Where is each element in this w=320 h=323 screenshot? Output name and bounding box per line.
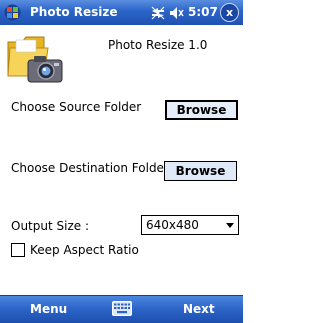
keep-aspect-ratio-checkbox[interactable] <box>11 243 25 257</box>
app-title: Photo Resize 1.0 <box>108 38 208 52</box>
windows-start-icon[interactable] <box>4 4 21 21</box>
output-size-value: 640x480 <box>146 218 199 232</box>
volume-icon[interactable] <box>169 5 185 21</box>
chevron-down-icon[interactable] <box>226 223 234 228</box>
window-title: Photo Resize <box>30 5 118 19</box>
keep-aspect-ratio-label[interactable]: Keep Aspect Ratio <box>30 243 139 257</box>
title-bar: Photo Resize 5:07 x <box>0 0 243 25</box>
softkey-bar: Menu Next <box>0 295 243 323</box>
next-softkey[interactable]: Next <box>183 302 215 316</box>
close-icon: x <box>225 6 234 19</box>
close-button[interactable]: x <box>220 3 239 22</box>
source-folder-label: Choose Source Folder <box>11 100 142 114</box>
destination-folder-label: Choose Destination Folder <box>11 161 169 175</box>
connectivity-icon[interactable] <box>150 5 166 21</box>
destination-browse-button[interactable]: Browse <box>164 161 237 181</box>
clock[interactable]: 5:07 <box>188 5 218 19</box>
menu-softkey[interactable]: Menu <box>30 302 67 316</box>
output-size-label: Output Size : <box>11 219 89 233</box>
folder-camera-icon <box>4 30 66 86</box>
source-browse-button[interactable]: Browse <box>165 100 238 120</box>
output-size-select[interactable]: 640x480 <box>141 215 239 235</box>
keyboard-icon[interactable] <box>112 301 132 316</box>
